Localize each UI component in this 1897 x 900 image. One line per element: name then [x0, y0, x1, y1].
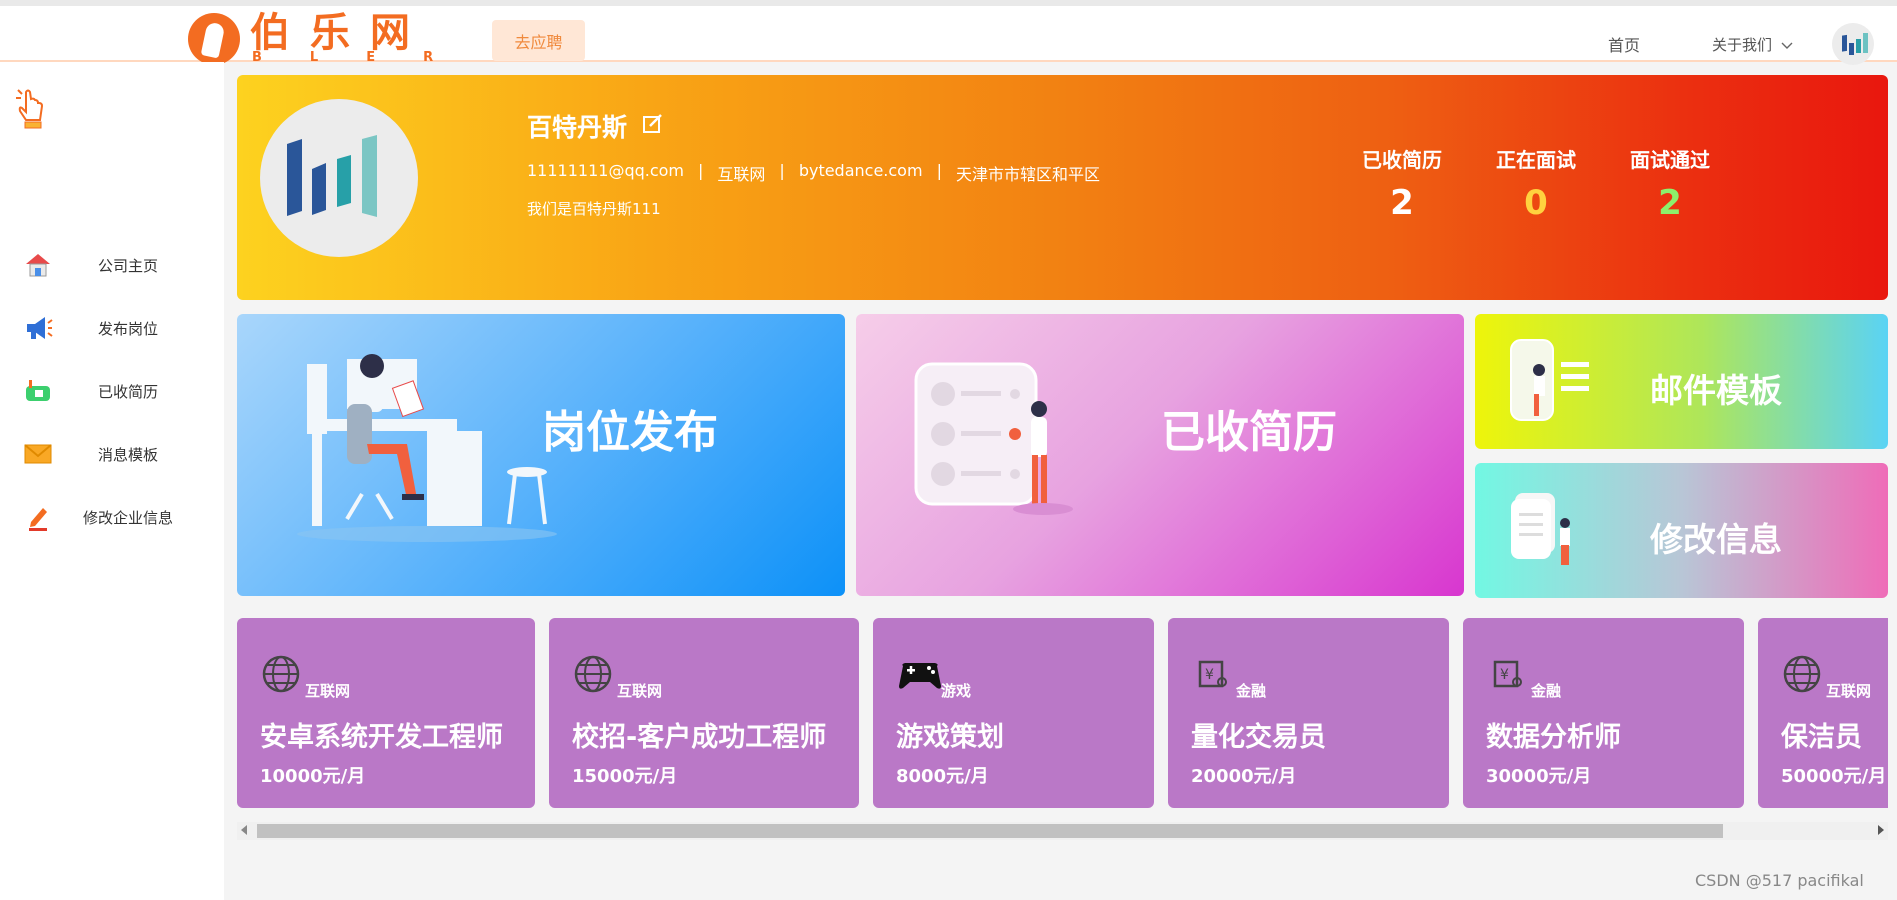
sidebar-item-edit-company[interactable]: 修改企业信息: [0, 492, 224, 542]
logo-mark-icon: [188, 13, 240, 65]
company-logo-icon: [287, 135, 377, 217]
user-avatar[interactable]: [1832, 23, 1874, 65]
company-address: 天津市市辖区和平区: [955, 165, 1100, 184]
sidebar-item-label: 已收简历: [97, 382, 158, 401]
job-title: 游戏策划: [896, 722, 1004, 753]
sidebar-item-message-template[interactable]: 消息模板: [0, 429, 224, 479]
job-salary: 30000元/月: [1486, 766, 1592, 787]
nav-about-dropdown[interactable]: 关于我们: [1712, 34, 1793, 55]
company-description: 我们是百特丹斯111: [527, 200, 661, 218]
nav-home-link[interactable]: 首页: [1608, 32, 1640, 56]
job-card[interactable]: 互联网 保洁员 50000元/月: [1758, 618, 1888, 808]
job-title: 数据分析师: [1486, 722, 1621, 753]
mail-template-card[interactable]: 邮件模板: [1475, 314, 1888, 449]
job-card[interactable]: ¥ 金融 量化交易员 20000元/月: [1168, 618, 1449, 808]
sidebar: 公司主页 发布岗位 已收简历 消息模板 修改企业信息: [0, 62, 224, 900]
job-title: 量化交易员: [1191, 722, 1326, 753]
bar-logo-icon: [1842, 33, 1868, 55]
job-category: 互联网: [305, 682, 351, 700]
scroll-left-arrow-icon[interactable]: [241, 825, 247, 835]
job-list: 互联网 安卓系统开发工程师 10000元/月 互联网 校招-客户成功工程师 15…: [237, 618, 1888, 808]
pointer-hand-icon[interactable]: [14, 86, 48, 132]
stat-value: 2: [1658, 183, 1682, 223]
card-title: 岗位发布: [542, 407, 718, 458]
company-info-line: 11111111@qq.com | 互联网 | bytedance.com | …: [527, 161, 1100, 185]
stat-label: 已收简历: [1362, 148, 1442, 172]
job-title: 保洁员: [1781, 722, 1862, 753]
info-separator: |: [779, 161, 785, 180]
sidebar-item-label: 发布岗位: [97, 319, 158, 338]
globe-icon: [1783, 655, 1821, 693]
job-card[interactable]: 互联网 校招-客户成功工程师 15000元/月: [549, 618, 859, 808]
stat-passed[interactable]: 面试通过 2: [1615, 144, 1725, 223]
sidebar-item-received-resumes[interactable]: 已收简历: [0, 366, 224, 416]
company-banner: 百特丹斯 11111111@qq.com | 互联网 | bytedance.c…: [237, 75, 1888, 300]
job-salary: 8000元/月: [896, 766, 989, 787]
card-title: 已收简历: [1161, 407, 1337, 458]
resume-list-illustration-icon: [914, 362, 1073, 515]
card-title: 修改信息: [1650, 520, 1782, 559]
top-navbar: 伯乐网 BLER 去应聘 首页 关于我们: [0, 0, 1897, 65]
info-separator: |: [698, 161, 704, 180]
phone-illustration-icon: [1510, 339, 1589, 421]
scrollbar-thumb[interactable]: [257, 824, 1723, 838]
scroll-right-arrow-icon[interactable]: [1878, 825, 1884, 835]
card-title: 邮件模板: [1650, 371, 1782, 410]
stat-value: 2: [1390, 183, 1414, 223]
sidebar-item-company-home[interactable]: 公司主页: [0, 240, 224, 290]
logo-letters: BLER: [252, 50, 482, 65]
site-logo[interactable]: 伯乐网 BLER: [188, 10, 433, 66]
nav-about-label: 关于我们: [1712, 36, 1773, 54]
gamepad-icon: [899, 663, 941, 689]
job-title: 安卓系统开发工程师: [260, 722, 503, 753]
edit-icon[interactable]: [642, 113, 664, 135]
company-industry: 互联网: [717, 165, 766, 184]
edit-info-card[interactable]: 修改信息: [1475, 463, 1888, 598]
job-title: 校招-客户成功工程师: [572, 722, 827, 753]
company-avatar: [260, 99, 418, 257]
watermark: CSDN @517 pacifikal: [1695, 871, 1864, 890]
job-salary: 20000元/月: [1191, 766, 1297, 787]
logo-text: 伯乐网: [250, 10, 430, 56]
job-salary: 10000元/月: [260, 766, 366, 787]
sidebar-item-label: 公司主页: [97, 256, 158, 275]
stat-label: 正在面试: [1496, 148, 1576, 172]
job-salary: 50000元/月: [1781, 766, 1887, 787]
job-category: 金融: [1531, 682, 1562, 700]
horizontal-scrollbar[interactable]: [237, 822, 1888, 840]
finance-icon: ¥: [1493, 660, 1522, 688]
job-card[interactable]: 游戏 游戏策划 8000元/月: [873, 618, 1154, 808]
job-salary: 15000元/月: [572, 766, 678, 787]
job-category: 金融: [1236, 682, 1267, 700]
sidebar-item-label: 消息模板: [97, 445, 158, 464]
sidebar-item-label: 修改企业信息: [82, 508, 173, 527]
stat-interviewing[interactable]: 正在面试 0: [1481, 144, 1591, 223]
job-card[interactable]: 互联网 安卓系统开发工程师 10000元/月: [237, 618, 535, 808]
apply-job-button[interactable]: 去应聘: [492, 20, 585, 61]
job-category: 互联网: [617, 682, 663, 700]
chevron-down-icon: [1781, 42, 1793, 49]
stat-value: 0: [1524, 183, 1548, 223]
company-name: 百特丹斯: [527, 113, 628, 142]
finance-icon: ¥: [1198, 660, 1227, 688]
job-category: 互联网: [1826, 682, 1872, 700]
stat-label: 面试通过: [1630, 148, 1710, 172]
svg-text:¥: ¥: [1500, 667, 1509, 683]
svg-text:¥: ¥: [1205, 667, 1214, 683]
info-separator: |: [936, 161, 942, 180]
received-resumes-card[interactable]: 已收简历: [856, 314, 1464, 596]
job-card[interactable]: ¥ 金融 数据分析师 30000元/月: [1463, 618, 1744, 808]
sidebar-item-post-job[interactable]: 发布岗位: [0, 303, 224, 353]
post-job-card[interactable]: 岗位发布: [237, 314, 845, 596]
company-website: bytedance.com: [798, 161, 923, 180]
stat-received-resumes[interactable]: 已收简历 2: [1347, 144, 1457, 223]
job-category: 游戏: [941, 682, 972, 700]
globe-icon: [262, 655, 300, 693]
globe-icon: [574, 655, 612, 693]
document-illustration-icon: [1511, 493, 1570, 565]
company-email: 11111111@qq.com: [527, 161, 685, 180]
